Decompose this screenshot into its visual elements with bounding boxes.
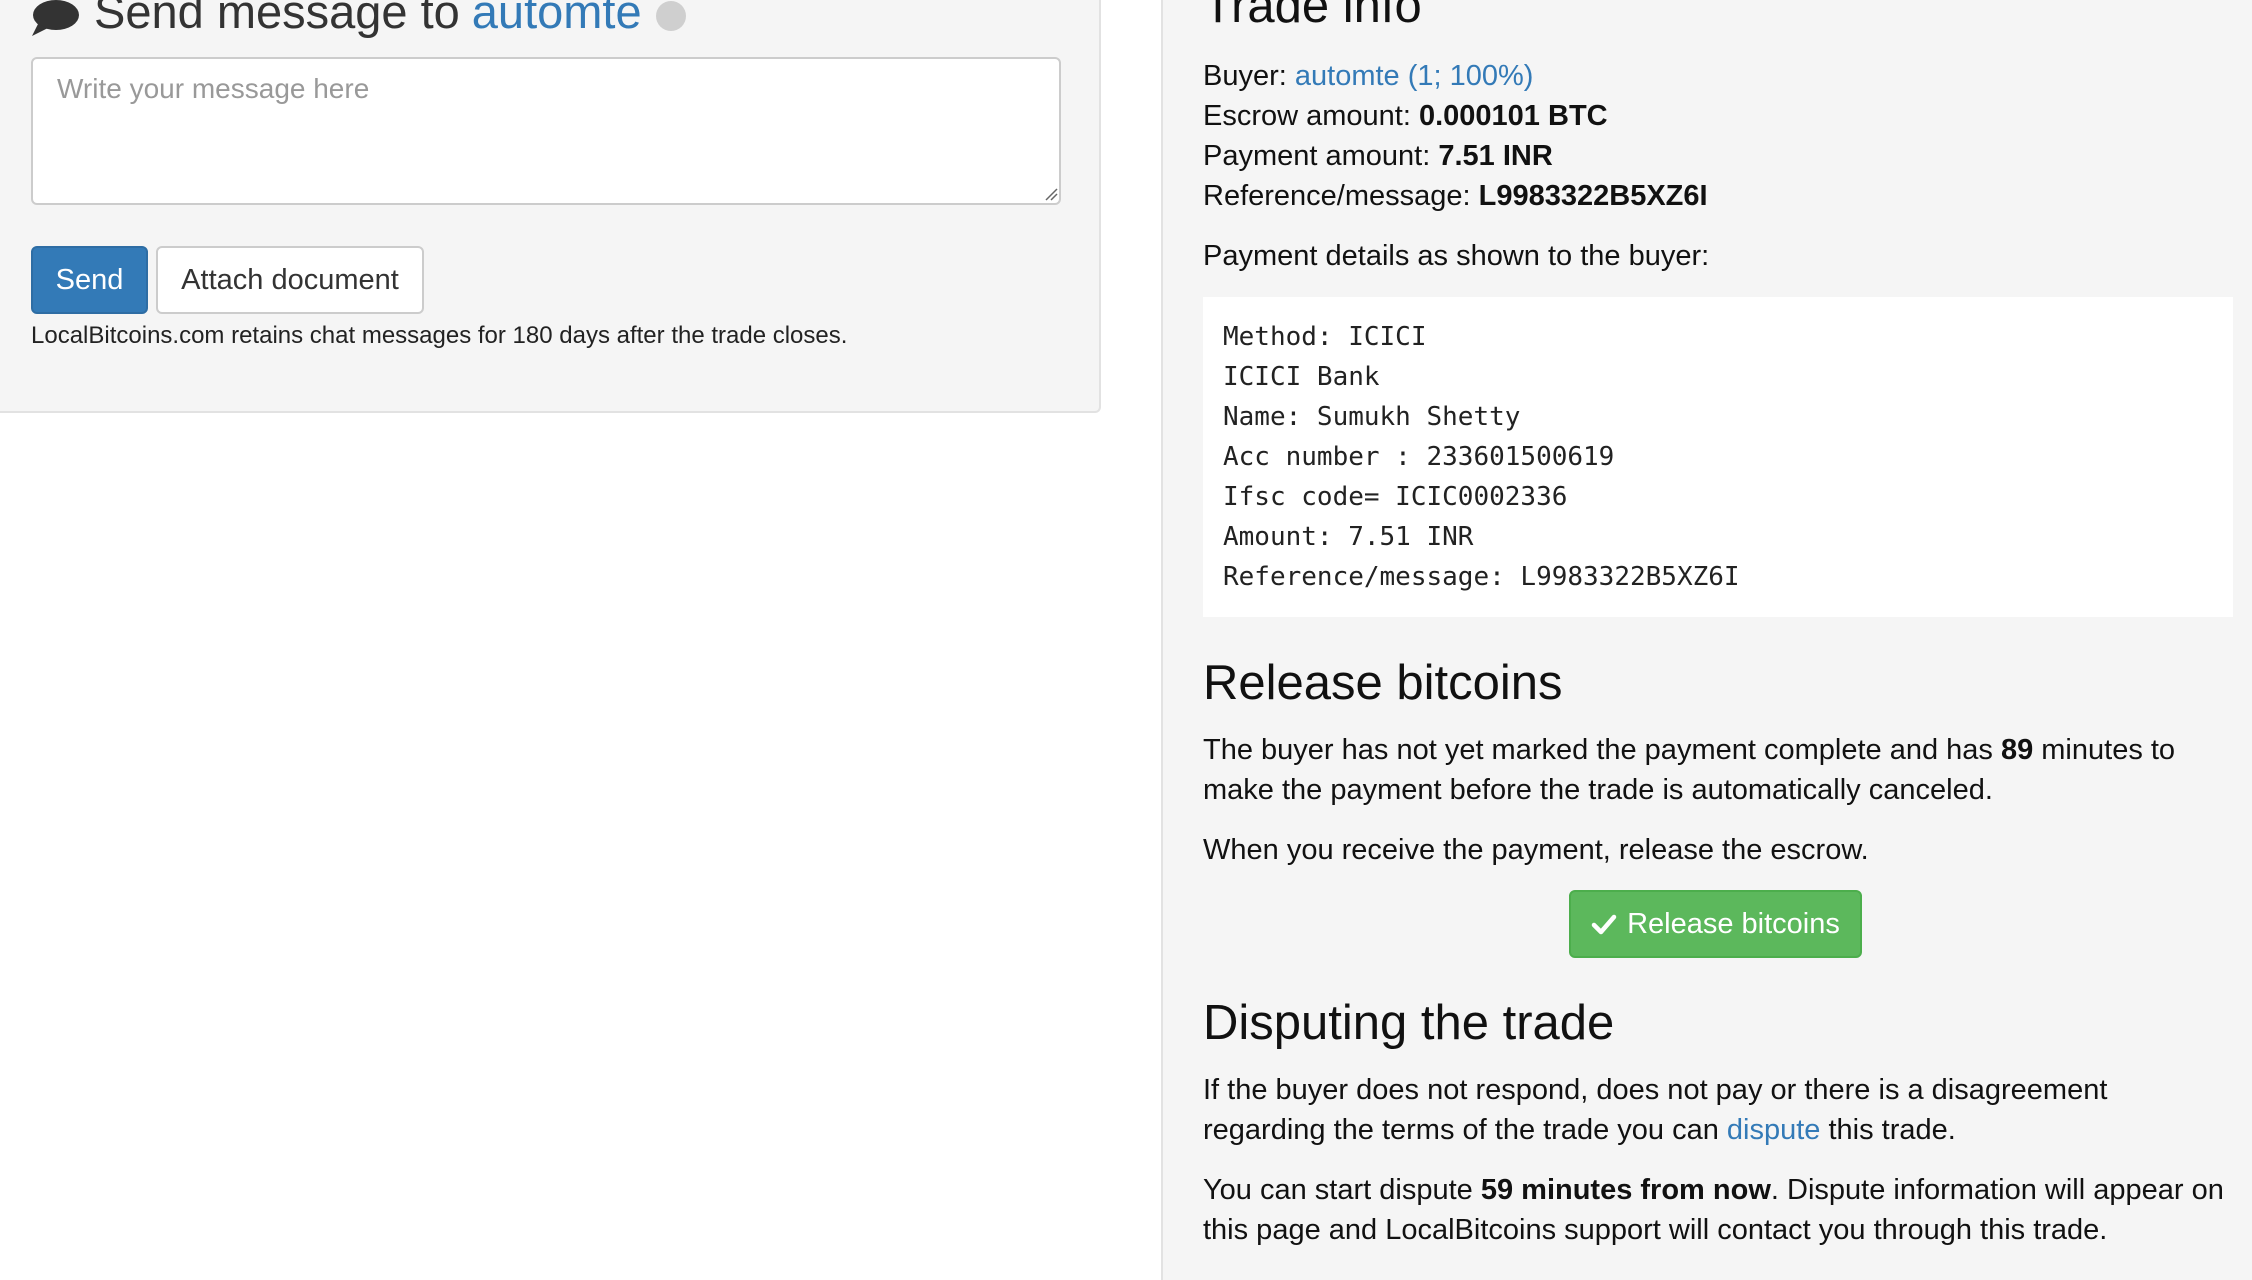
- buyer-link[interactable]: automte (1; 100%): [1295, 60, 1534, 92]
- reference-label: Reference/message:: [1203, 180, 1471, 212]
- payment-detail-line: Amount: 7.51 INR: [1223, 522, 1474, 552]
- payment-detail-line: ICICI Bank: [1223, 362, 1380, 392]
- payment-amount-line: Payment amount: 7.51 INR: [1203, 140, 1553, 173]
- send-message-panel: Send message to automte Send Attach docu…: [0, 0, 1101, 413]
- dispute-text-before: If the buyer does not respond, does not …: [1203, 1074, 2108, 1146]
- payment-detail-line: Name: Sumukh Shetty: [1223, 402, 1521, 432]
- trade-info-title: Trade info: [1203, 0, 1422, 33]
- payment-details-box: Method: ICICI ICICI Bank Name: Sumukh Sh…: [1203, 297, 2233, 617]
- recipient-link[interactable]: automte: [472, 0, 642, 39]
- payment-detail-line: Reference/message: L9983322B5XZ6I: [1223, 562, 1740, 592]
- payment-details-intro: Payment details as shown to the buyer:: [1203, 240, 1710, 272]
- resize-handle-icon[interactable]: [1044, 187, 1058, 201]
- chat-bubble-icon: [30, 0, 80, 36]
- send-button[interactable]: Send: [31, 246, 148, 314]
- dispute-info: If the buyer does not respond, does not …: [1203, 1070, 2233, 1150]
- disputing-trade-title: Disputing the trade: [1203, 996, 1615, 1050]
- escrow-line: Escrow amount: 0.000101 BTC: [1203, 100, 1608, 133]
- payment-amount-value: 7.51 INR: [1438, 140, 1553, 172]
- send-message-prefix: Send message to: [94, 0, 460, 38]
- escrow-value: 0.000101 BTC: [1418, 100, 1608, 132]
- reference-value: L9983322B5XZ6I: [1478, 180, 1708, 212]
- payment-detail-line: Method: ICICI: [1223, 322, 1427, 352]
- dispute-countdown: 59 minutes from now: [1480, 1174, 1771, 1206]
- offline-status-icon: [655, 0, 686, 31]
- message-input[interactable]: [31, 57, 1061, 205]
- buyer-label: Buyer:: [1203, 60, 1287, 92]
- release-text-before: The buyer has not yet marked the payment…: [1203, 734, 2001, 766]
- buyer-line: Buyer: automte (1; 100%): [1203, 60, 1533, 93]
- dispute-timing-before: You can start dispute: [1203, 1174, 1481, 1206]
- send-message-heading: Send message to automte: [30, 0, 686, 39]
- release-bitcoins-title: Release bitcoins: [1203, 656, 1563, 710]
- retention-note: LocalBitcoins.com retains chat messages …: [31, 322, 848, 349]
- release-button-label: Release bitcoins: [1627, 907, 1840, 940]
- release-escrow-note: When you receive the payment, release th…: [1203, 834, 1869, 866]
- payment-detail-line: Acc number : 233601500619: [1223, 442, 1615, 472]
- escrow-label: Escrow amount:: [1203, 100, 1411, 132]
- dispute-timing: You can start dispute 59 minutes from no…: [1203, 1170, 2233, 1250]
- dispute-text-after: this trade.: [1820, 1114, 1956, 1146]
- dispute-link[interactable]: dispute: [1727, 1114, 1821, 1146]
- payment-amount-label: Payment amount:: [1203, 140, 1431, 172]
- release-instructions: The buyer has not yet marked the payment…: [1203, 730, 2233, 810]
- release-bitcoins-button[interactable]: Release bitcoins: [1569, 890, 1862, 958]
- payment-detail-line: Ifsc code= ICIC0002336: [1223, 482, 1568, 512]
- check-icon: [1591, 911, 1617, 937]
- reference-line: Reference/message: L9983322B5XZ6I: [1203, 180, 1708, 213]
- attach-document-button[interactable]: Attach document: [156, 246, 424, 314]
- minutes-remaining: 89: [2000, 734, 2034, 766]
- trade-info-panel: Trade info Buyer: automte (1; 100%) Escr…: [1161, 0, 2252, 1280]
